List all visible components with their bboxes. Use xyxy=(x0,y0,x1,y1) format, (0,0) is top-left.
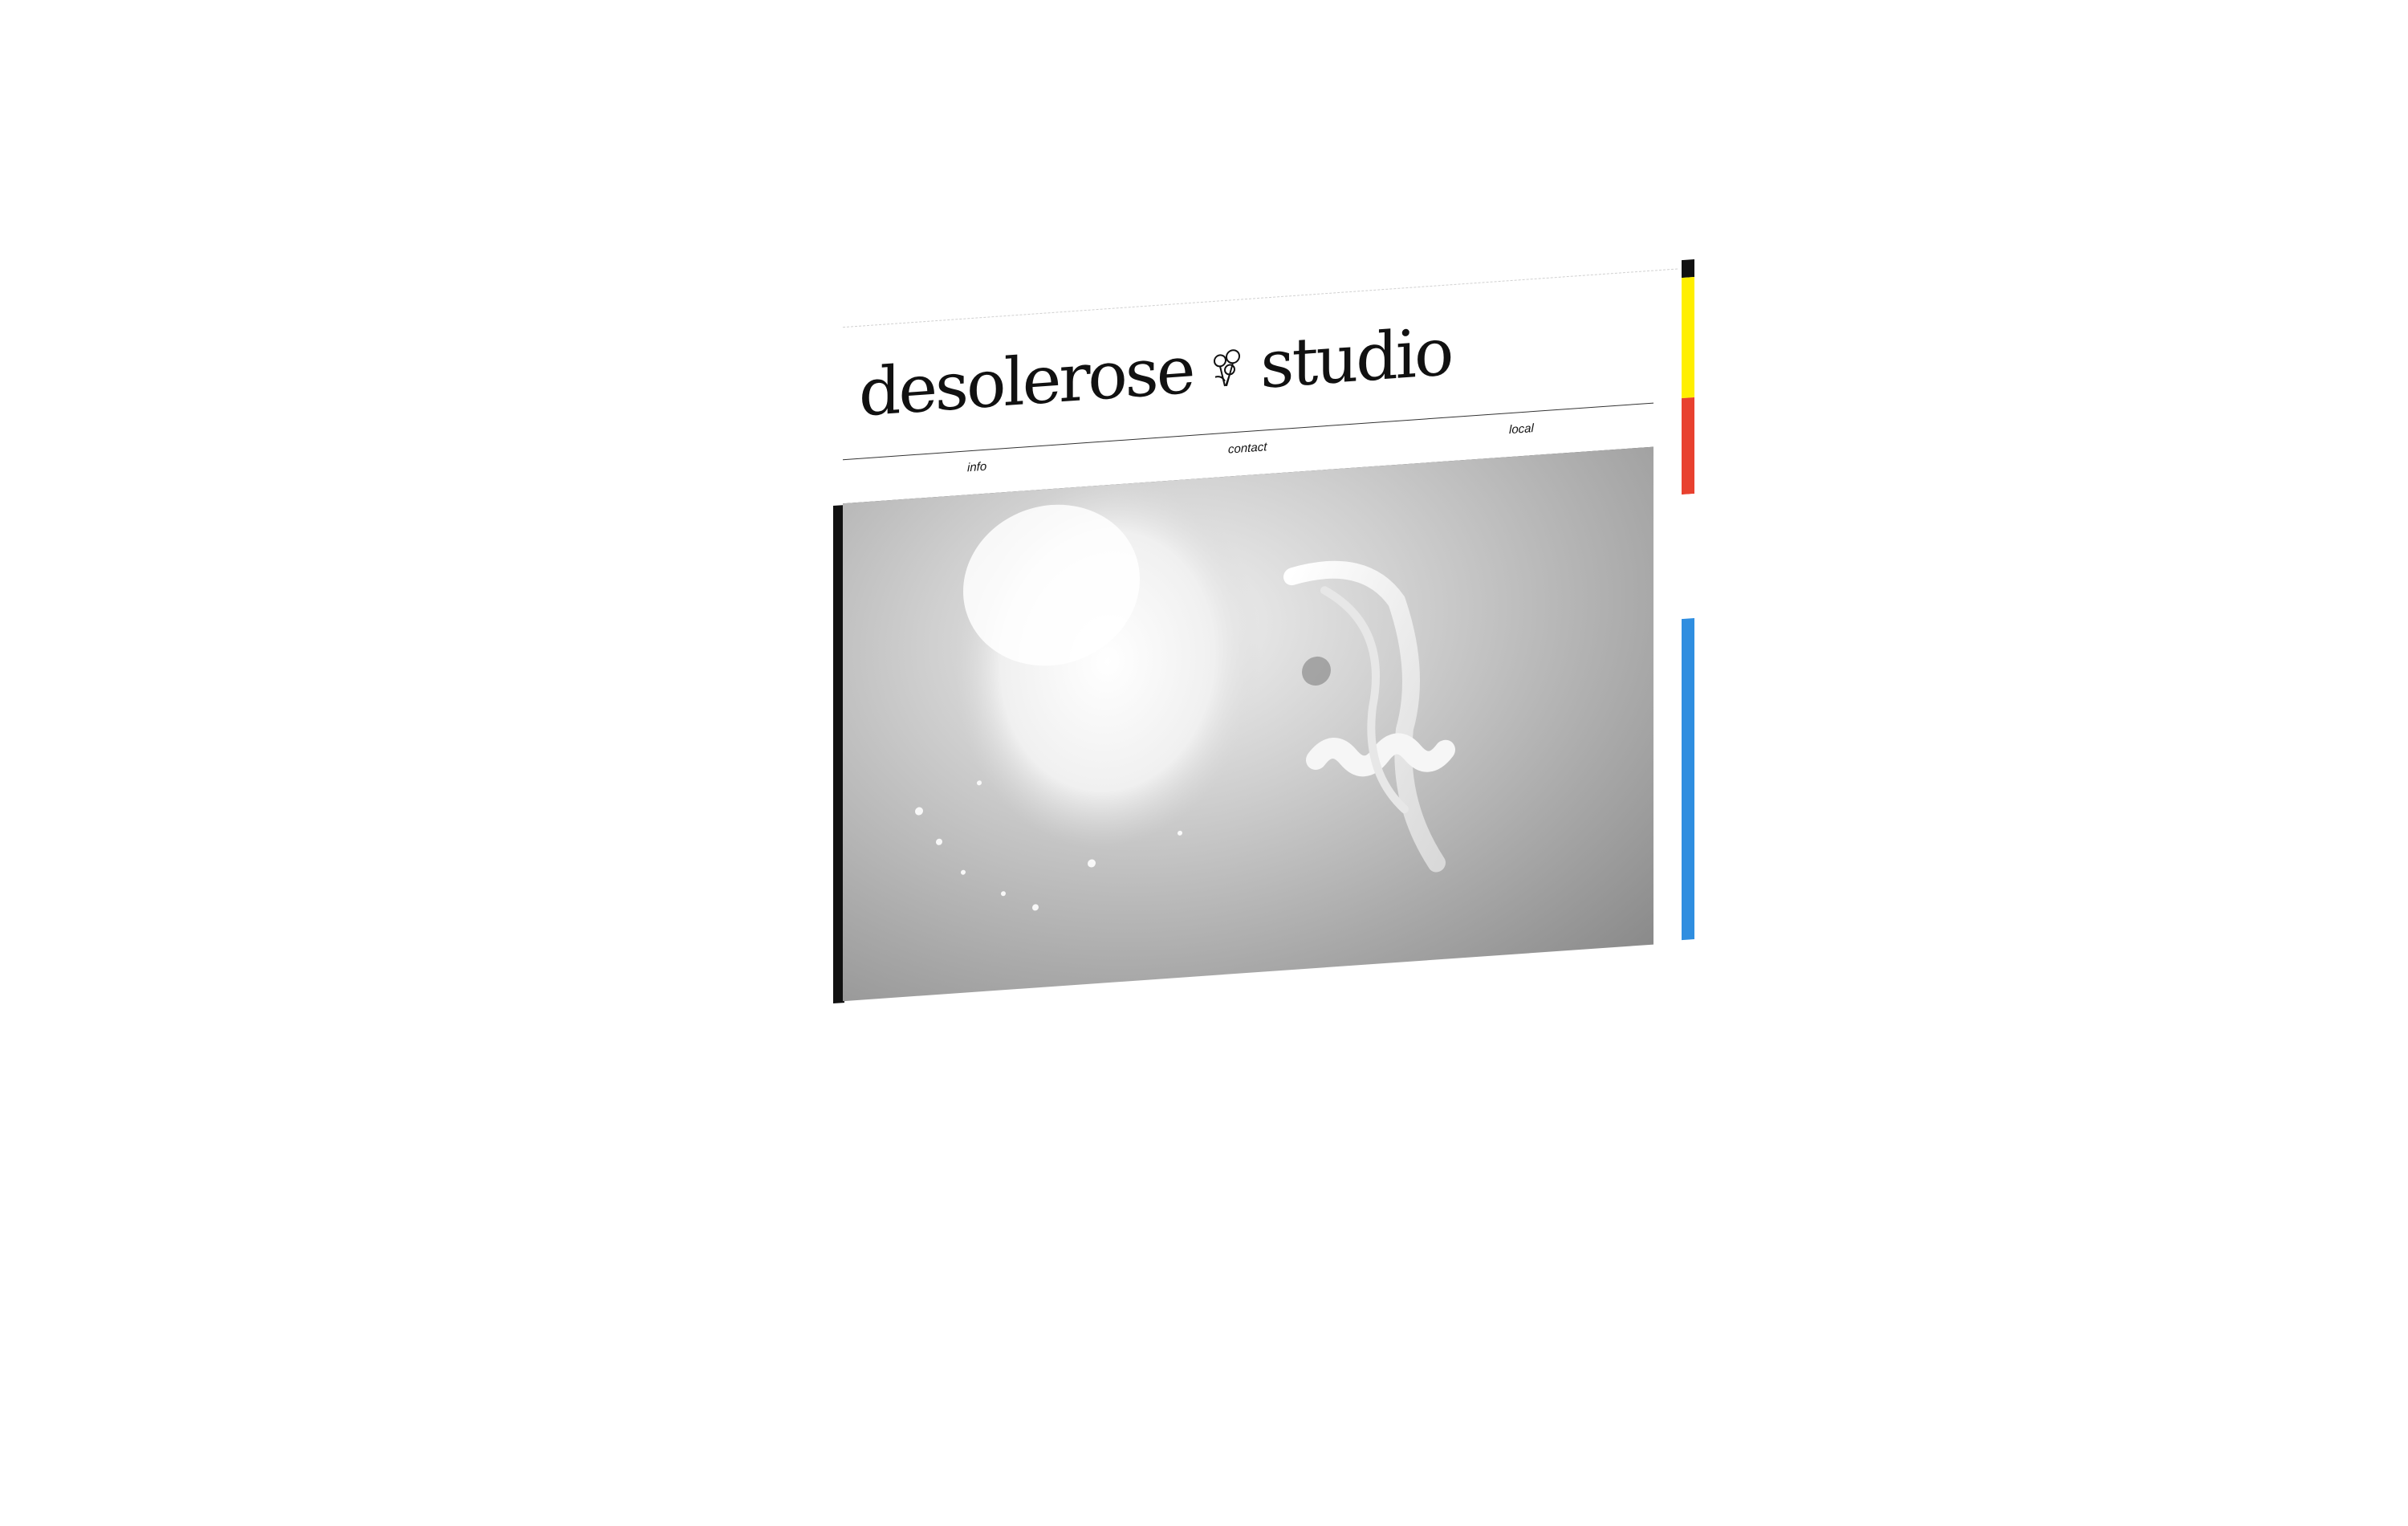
hero-image xyxy=(843,446,1653,1002)
logo-left-word: desolerose xyxy=(859,332,1194,432)
color-strip-red xyxy=(1682,397,1694,495)
color-strip-yellow xyxy=(1682,277,1694,399)
nav-item-contact[interactable]: contact xyxy=(1228,440,1267,456)
nav-item-local[interactable]: local xyxy=(1509,421,1534,437)
canvas: desolerose studio info contact local xyxy=(0,0,2408,1526)
flower-icon xyxy=(1214,349,1241,387)
color-strip-white xyxy=(1682,494,1694,620)
nav-item-info[interactable]: info xyxy=(967,460,986,475)
website-preview: desolerose studio info contact local xyxy=(811,259,1694,1004)
color-strip-blue xyxy=(1682,618,1694,941)
hero-splash-illustration xyxy=(915,476,1455,911)
logo-right-word: studio xyxy=(1260,314,1452,404)
logo[interactable]: desolerose studio xyxy=(859,308,1451,438)
color-strip-black xyxy=(1682,259,1694,279)
